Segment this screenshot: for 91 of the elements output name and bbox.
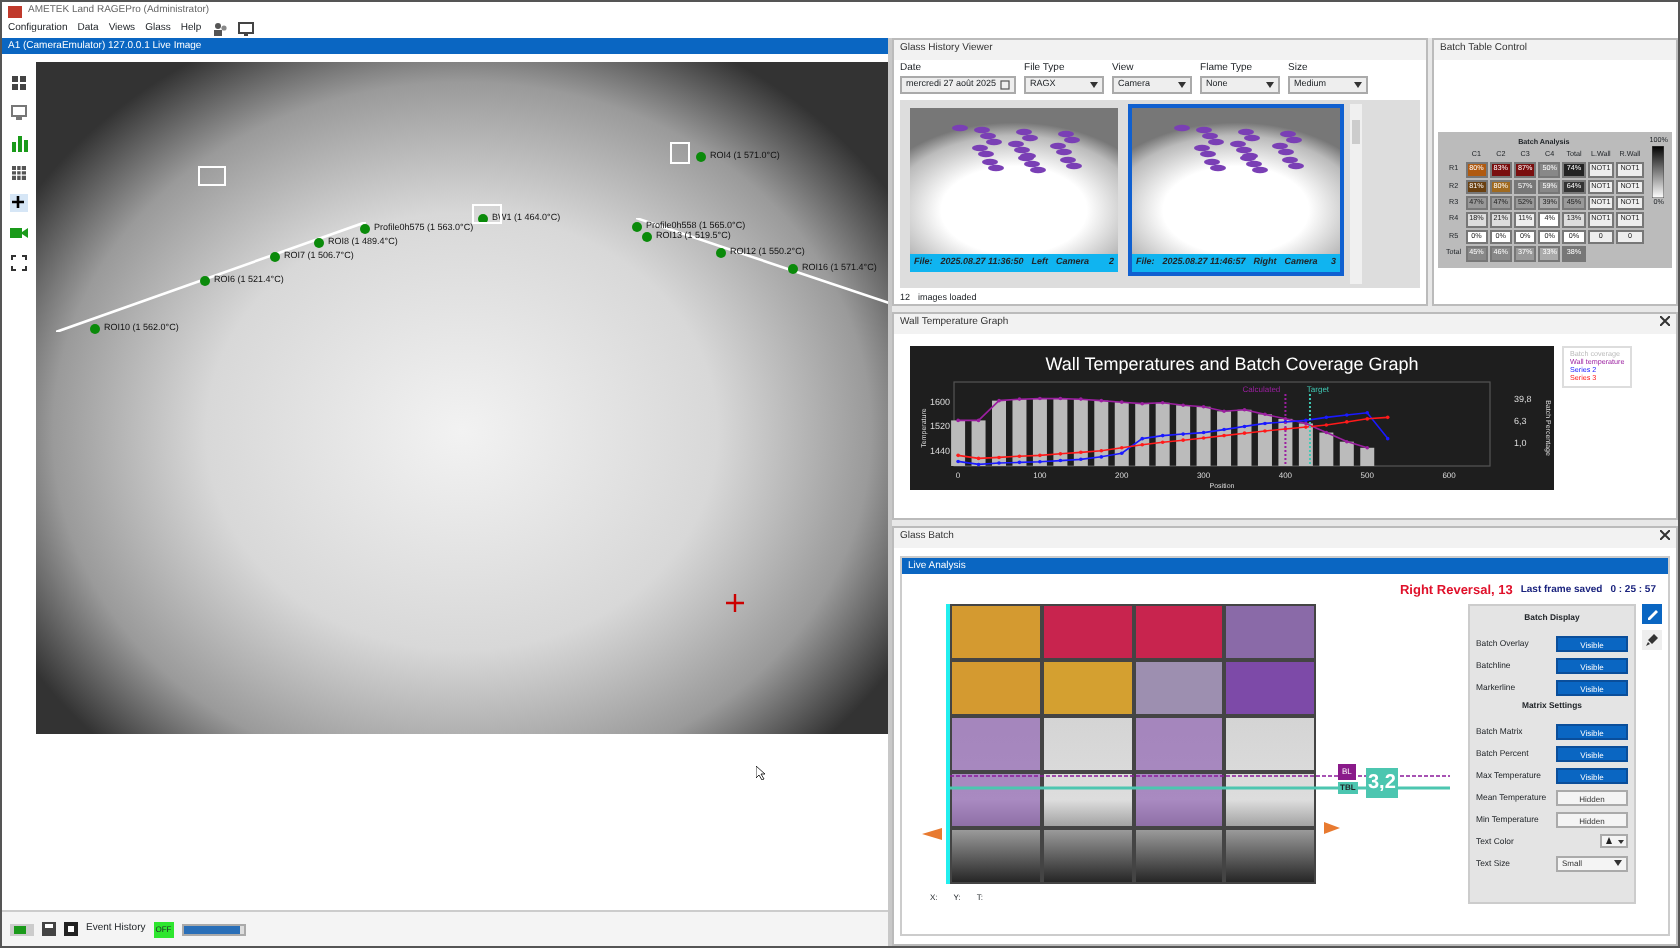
status-light-icon bbox=[10, 923, 34, 935]
fullscreen-icon[interactable] bbox=[10, 254, 28, 272]
batch-grid-cell bbox=[1041, 716, 1133, 773]
data-bar bbox=[1176, 404, 1191, 465]
batch-grid-cell bbox=[1041, 828, 1133, 885]
roi-marker-icon[interactable] bbox=[788, 263, 798, 274]
batch-grid-cell bbox=[950, 716, 1042, 773]
caret-icon bbox=[1178, 82, 1187, 88]
progress-bar bbox=[181, 923, 246, 935]
batch-grid-cell bbox=[1041, 604, 1133, 661]
chart-title: Wall Temperatures and Batch Coverage Graph bbox=[1045, 353, 1419, 373]
batch-grid-cell bbox=[1224, 828, 1316, 885]
people-icon[interactable] bbox=[211, 22, 228, 36]
edit-icon[interactable] bbox=[1642, 604, 1662, 625]
marker-value: 3,2 bbox=[1366, 768, 1398, 799]
data-bar bbox=[1319, 431, 1334, 465]
batch-grid-cell bbox=[950, 828, 1042, 885]
roi-marker-icon[interactable] bbox=[632, 221, 642, 232]
scrollbar[interactable] bbox=[1350, 104, 1362, 284]
batch-grid-cell bbox=[1224, 660, 1316, 717]
data-point bbox=[1201, 403, 1206, 408]
batch-grid-cell bbox=[1133, 660, 1225, 717]
data-bar bbox=[1339, 440, 1354, 465]
roi-marker-icon[interactable] bbox=[696, 151, 706, 162]
close-icon[interactable] bbox=[1660, 530, 1670, 540]
data-bar bbox=[1114, 401, 1129, 465]
data-point bbox=[1324, 429, 1329, 434]
batch-grid-cell bbox=[950, 772, 1042, 829]
monitor-icon[interactable] bbox=[10, 104, 28, 122]
batch-grid-cell bbox=[1041, 772, 1133, 829]
roi-marker-icon[interactable] bbox=[478, 213, 488, 224]
crosshair-icon bbox=[726, 594, 744, 612]
color-picker[interactable] bbox=[1600, 834, 1628, 849]
data-point bbox=[1160, 399, 1165, 404]
data-bar bbox=[992, 399, 1006, 465]
roi-marker-icon[interactable] bbox=[642, 231, 652, 242]
batch-grid-cell bbox=[1041, 660, 1133, 717]
batch-grid-cell bbox=[950, 604, 1042, 661]
monitor-icon[interactable] bbox=[237, 22, 254, 36]
data-bar bbox=[951, 419, 966, 465]
caret-icon bbox=[1090, 82, 1099, 88]
marker-line bbox=[1284, 392, 1287, 466]
data-point bbox=[1058, 395, 1063, 400]
caret-icon bbox=[1614, 860, 1622, 867]
data-point bbox=[1385, 414, 1390, 419]
roi-box[interactable] bbox=[670, 142, 690, 164]
data-bar bbox=[1032, 397, 1047, 465]
roi-marker-icon[interactable] bbox=[716, 247, 726, 258]
marker-arrow-icon bbox=[922, 828, 942, 841]
data-bar bbox=[1155, 401, 1170, 465]
close-icon[interactable] bbox=[1660, 316, 1670, 326]
data-bar bbox=[1012, 398, 1027, 465]
data-bar bbox=[1053, 397, 1068, 465]
add-marker-icon[interactable] bbox=[10, 194, 28, 212]
data-point bbox=[1242, 406, 1247, 411]
batch-grid-cell bbox=[1133, 828, 1225, 885]
video-camera-icon[interactable] bbox=[10, 224, 28, 242]
batch-grid-cell bbox=[1224, 604, 1316, 661]
data-bar bbox=[1135, 402, 1150, 465]
layout-grid-icon[interactable] bbox=[10, 74, 28, 92]
roi-box[interactable] bbox=[198, 166, 226, 186]
data-point bbox=[976, 417, 981, 422]
batch-grid-cell bbox=[1133, 604, 1225, 661]
app-logo-icon bbox=[8, 5, 22, 17]
paint-brush-icon[interactable] bbox=[1642, 630, 1662, 651]
bar-chart-icon[interactable] bbox=[10, 134, 28, 152]
batch-grid-cell bbox=[1224, 716, 1316, 773]
batch-grid-cell bbox=[1133, 772, 1225, 829]
color-scale-bar bbox=[1652, 145, 1665, 198]
data-point bbox=[1365, 444, 1370, 449]
marker-line bbox=[1308, 392, 1311, 466]
marker-arrow-icon bbox=[1324, 822, 1340, 835]
batch-grid-cell bbox=[1133, 716, 1225, 773]
roi-marker-icon[interactable] bbox=[270, 251, 280, 262]
calendar-icon bbox=[1000, 80, 1011, 90]
roi-marker-icon[interactable] bbox=[360, 223, 370, 234]
roi-marker-icon[interactable] bbox=[200, 275, 210, 286]
stop-icon[interactable] bbox=[64, 922, 78, 936]
roi-marker-icon[interactable] bbox=[314, 237, 324, 248]
roi-marker-icon[interactable] bbox=[90, 323, 100, 334]
data-point bbox=[1324, 414, 1329, 419]
batch-grid-cell bbox=[1224, 772, 1316, 829]
data-point bbox=[1385, 435, 1390, 440]
batch-grid-cell bbox=[950, 660, 1042, 717]
caret-icon bbox=[1354, 82, 1363, 88]
data-point bbox=[1099, 397, 1104, 402]
save-icon[interactable] bbox=[42, 922, 56, 936]
grid-icon[interactable] bbox=[10, 164, 28, 182]
data-bar bbox=[1073, 398, 1088, 465]
caret-icon bbox=[1266, 82, 1275, 88]
mouse-cursor-icon bbox=[756, 766, 766, 780]
